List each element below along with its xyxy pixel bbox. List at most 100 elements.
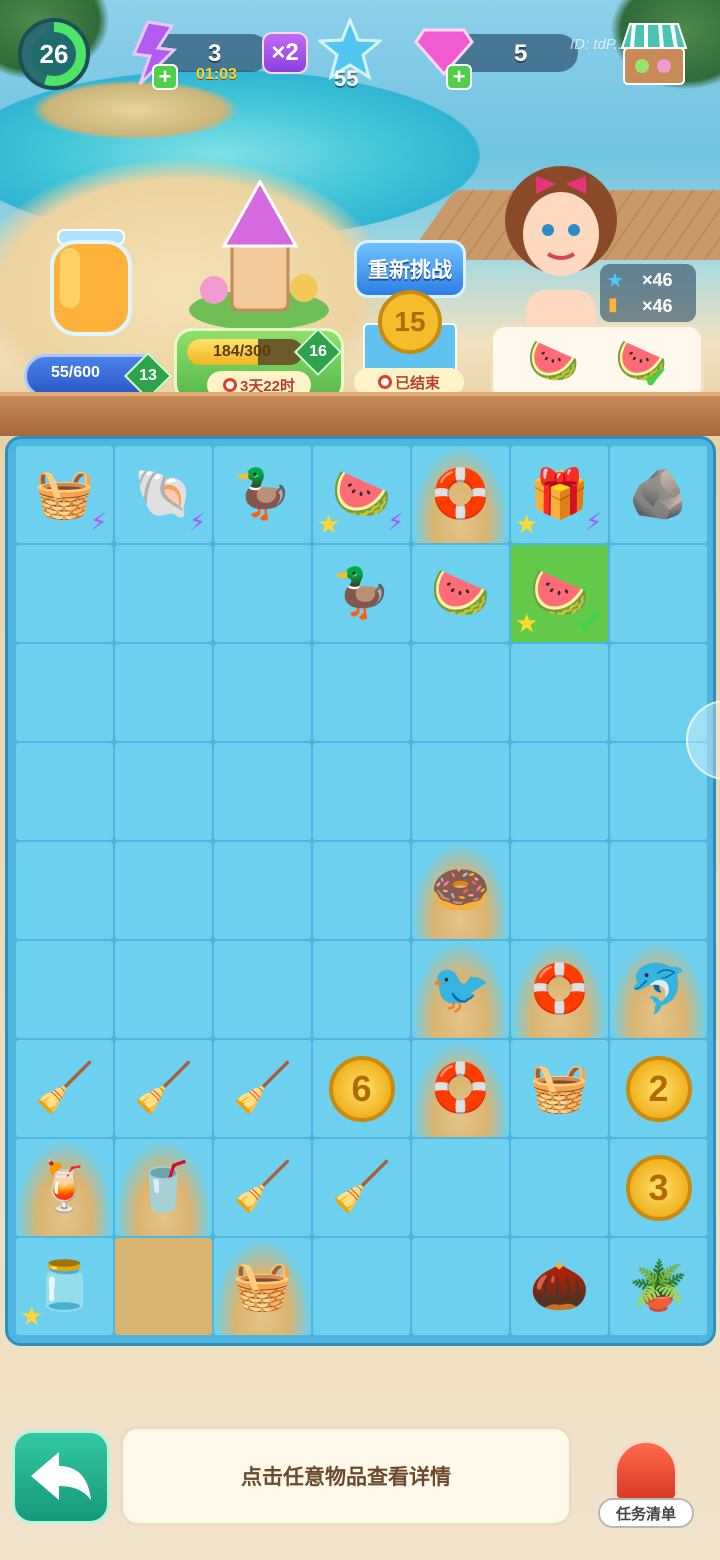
board-cell[interactable]: 🪨 bbox=[610, 446, 707, 543]
energy-bolt-icon: ⚡ bbox=[189, 509, 206, 536]
board-cell[interactable]: 🐦 bbox=[412, 941, 509, 1038]
board-cell[interactable]: 🦆 bbox=[214, 446, 311, 543]
board-cell[interactable]: 🍹 bbox=[16, 1139, 113, 1236]
board-cell[interactable]: 🍉 bbox=[412, 545, 509, 642]
board-cell[interactable] bbox=[16, 644, 113, 741]
board-cell[interactable]: 🧹 bbox=[115, 1040, 212, 1137]
clock-icon bbox=[222, 378, 237, 392]
board-cell[interactable]: 🎁 ★ ⚡ bbox=[511, 446, 608, 543]
board-cell[interactable]: 🧹 bbox=[214, 1040, 311, 1137]
board-cell[interactable]: 🪴 bbox=[610, 1238, 707, 1335]
board-cell[interactable]: 🌰 bbox=[511, 1238, 608, 1335]
merge-board: 🧺 ⚡ 🐚 ⚡ 🦆 🍉 ★ ⚡ 🛟 🎁 ★ ⚡ 🪨 🦆 🍉 🍉 ★ ✔ 🍩 🐦 🛟 🐬 🧹 🧹 🧹 6 🛟 🧺 2 🍹 🥤 🧹 🧹 3 🫙 ★ 🧺 🌰 🪴 bbox=[5, 436, 716, 1346]
board-cell[interactable]: 🍉 ★ ✔ bbox=[511, 545, 608, 642]
board-cell[interactable] bbox=[115, 644, 212, 741]
board-item-icon: 🧺 bbox=[34, 467, 95, 521]
coin-item: 2 bbox=[625, 1055, 692, 1122]
add-gem-button[interactable]: + bbox=[446, 64, 472, 90]
star-icon: ★ bbox=[606, 270, 624, 292]
board-cell[interactable]: 🧹 bbox=[214, 1139, 311, 1236]
board-cell[interactable] bbox=[313, 644, 410, 741]
board-cell[interactable]: 🍩 bbox=[412, 842, 509, 939]
board-cell[interactable] bbox=[412, 1238, 509, 1335]
board-cell[interactable] bbox=[610, 545, 707, 642]
back-button[interactable] bbox=[12, 1430, 110, 1524]
board-cell[interactable] bbox=[16, 842, 113, 939]
board-cell[interactable] bbox=[115, 842, 212, 939]
board-item-icon: 🦆 bbox=[232, 467, 293, 521]
star-icon: ★ bbox=[20, 1301, 44, 1331]
board-cell[interactable]: 🧺 bbox=[214, 1238, 311, 1335]
board-cell[interactable] bbox=[115, 743, 212, 840]
board-cell[interactable] bbox=[511, 743, 608, 840]
board-cell[interactable]: 🥤 bbox=[115, 1139, 212, 1236]
board-cell[interactable]: 🛟 bbox=[412, 446, 509, 543]
juice-jar-icon[interactable] bbox=[46, 222, 136, 342]
board-cell[interactable] bbox=[16, 941, 113, 1038]
board-cell[interactable]: 🐚 ⚡ bbox=[115, 446, 212, 543]
board-cell[interactable]: 🛟 bbox=[412, 1040, 509, 1137]
gem-count: 5 bbox=[514, 40, 528, 67]
board-cell[interactable]: 🐬 bbox=[610, 941, 707, 1038]
board-item-icon: 🐦 bbox=[430, 962, 491, 1016]
board-cell[interactable] bbox=[214, 941, 311, 1038]
board-cell[interactable] bbox=[214, 545, 311, 642]
board-cell[interactable] bbox=[214, 743, 311, 840]
board-cell[interactable] bbox=[313, 743, 410, 840]
board-cell[interactable] bbox=[16, 743, 113, 840]
board-cell[interactable] bbox=[412, 644, 509, 741]
level-badge[interactable]: 26 bbox=[18, 18, 90, 90]
orders-card[interactable]: 🍉 🍉 ✔ bbox=[490, 324, 704, 402]
board-cell[interactable]: 🧹 bbox=[16, 1040, 113, 1137]
board-cell[interactable] bbox=[511, 1139, 608, 1236]
board-cell[interactable]: 🧺 ⚡ bbox=[16, 446, 113, 543]
task-list-button[interactable]: 任务清单 bbox=[596, 1434, 696, 1530]
board-cell[interactable] bbox=[412, 1139, 509, 1236]
character-stats: ★ ×46 ▮ ×46 bbox=[600, 264, 696, 322]
board-cell[interactable]: 🍉 ★ ⚡ bbox=[313, 446, 410, 543]
board-cell[interactable] bbox=[313, 842, 410, 939]
board-item-icon: 🎁 bbox=[529, 467, 590, 521]
board-cell[interactable]: 🛟 bbox=[511, 941, 608, 1038]
board-cell[interactable]: 6 bbox=[313, 1040, 410, 1137]
jar-progress-text: 55/600 bbox=[51, 364, 100, 381]
board-item-icon: 🐚 bbox=[133, 467, 194, 521]
board-cell[interactable] bbox=[313, 941, 410, 1038]
board-cell[interactable] bbox=[313, 1238, 410, 1335]
board-cell[interactable]: 🧹 bbox=[313, 1139, 410, 1236]
board-cell[interactable]: 🧺 bbox=[511, 1040, 608, 1137]
tower-progress-card[interactable]: 184/300 16 3天22时 bbox=[174, 327, 344, 402]
board-cell[interactable] bbox=[214, 842, 311, 939]
board-item-icon: 🛟 bbox=[430, 467, 491, 521]
board-cell[interactable] bbox=[214, 644, 311, 741]
board-cell[interactable] bbox=[115, 941, 212, 1038]
board-item-icon: 🧹 bbox=[232, 1061, 293, 1115]
energy-count: 3 bbox=[208, 40, 222, 67]
energy-timer: 01:03 bbox=[196, 66, 237, 83]
tower-icon[interactable] bbox=[184, 180, 334, 330]
clock-icon bbox=[377, 375, 392, 389]
board-cell[interactable]: 3 bbox=[610, 1139, 707, 1236]
shop-icon[interactable] bbox=[620, 18, 688, 88]
add-energy-button[interactable]: + bbox=[152, 64, 178, 90]
board-cell[interactable]: 🦆 bbox=[313, 545, 410, 642]
board-item-icon: 🧺 bbox=[232, 1259, 293, 1313]
energy-bolt-icon: ⚡ bbox=[585, 509, 602, 536]
board-cell[interactable] bbox=[412, 743, 509, 840]
board-grid: 🧺 ⚡ 🐚 ⚡ 🦆 🍉 ★ ⚡ 🛟 🎁 ★ ⚡ 🪨 🦆 🍉 🍉 ★ ✔ 🍩 🐦 🛟 🐬 🧹 🧹 🧹 6 🛟 🧺 2 🍹 🥤 🧹 🧹 3 🫙 ★ 🧺 🌰 🪴 bbox=[16, 446, 707, 1335]
multiplier-button[interactable]: ×2 bbox=[262, 32, 308, 74]
tower-progress-text: 184/300 bbox=[213, 343, 271, 360]
board-cell[interactable]: 🫙 ★ bbox=[16, 1238, 113, 1335]
star-count: 55 bbox=[334, 66, 359, 91]
board-cell[interactable] bbox=[610, 842, 707, 939]
board-cell[interactable]: 2 bbox=[610, 1040, 707, 1137]
board-cell[interactable] bbox=[511, 842, 608, 939]
board-cell[interactable] bbox=[115, 1238, 212, 1335]
board-cell[interactable] bbox=[16, 545, 113, 642]
star-icon: ★ bbox=[515, 509, 539, 539]
back-arrow-icon bbox=[31, 1452, 91, 1500]
board-cell[interactable] bbox=[115, 545, 212, 642]
board-cell[interactable] bbox=[511, 644, 608, 741]
board-item-icon: 🌰 bbox=[529, 1259, 590, 1313]
info-panel: 点击任意物品查看详情 bbox=[120, 1426, 572, 1526]
